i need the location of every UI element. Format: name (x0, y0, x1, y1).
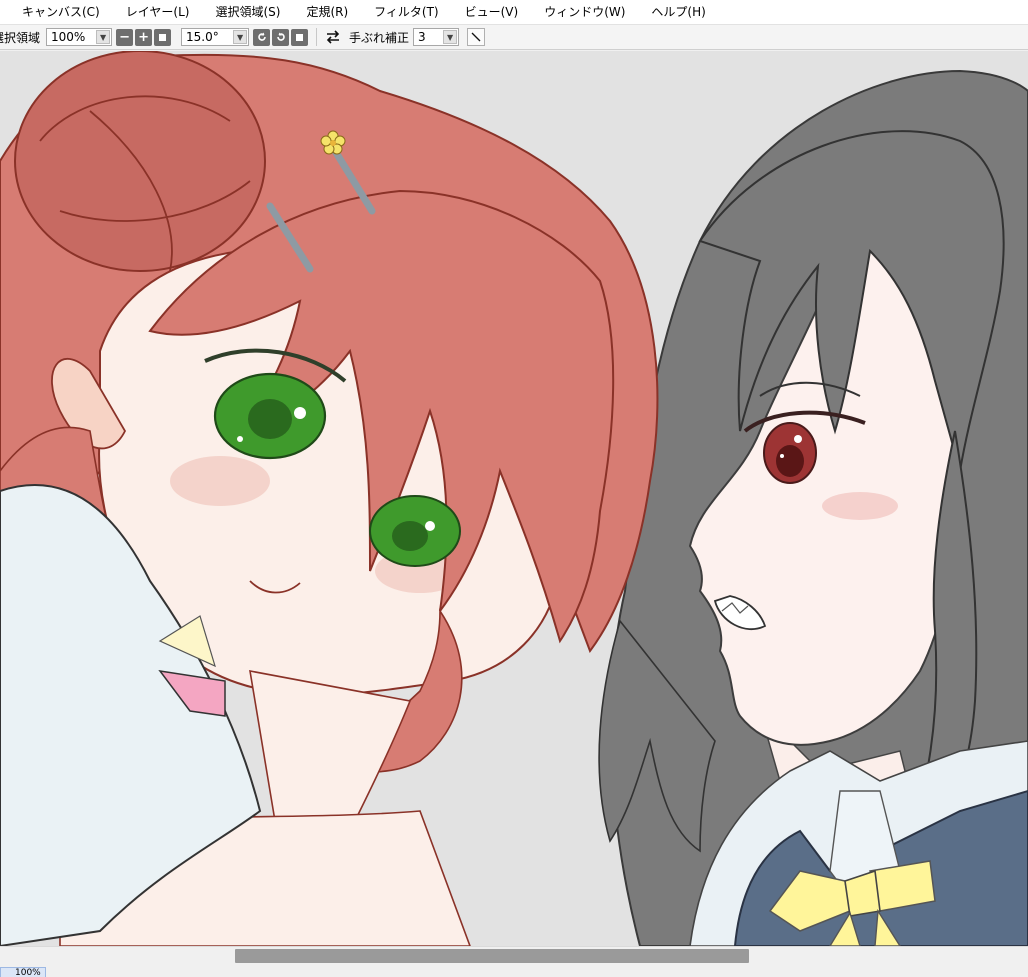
chevron-down-icon[interactable]: ▼ (443, 30, 458, 44)
status-zoom: 100% (0, 967, 46, 977)
horizontal-scrollbar[interactable] (0, 946, 1028, 967)
chevron-down-icon[interactable]: ▼ (96, 30, 111, 44)
toolbar-separator (316, 28, 318, 46)
minus-icon[interactable]: − (116, 28, 134, 46)
menu-window[interactable]: ウィンドウ(W) (534, 0, 641, 24)
menu-help[interactable]: ヘルプ(H) (641, 0, 721, 24)
zoom-combo[interactable]: 100% ▼ (46, 28, 113, 46)
menu-selection[interactable]: 選択領域(S) (205, 0, 296, 24)
zoom-reset-icon[interactable] (154, 28, 172, 46)
rotation-value: 15.0° (186, 30, 219, 44)
stabilizer-label: 手ぶれ補正 (349, 30, 410, 45)
menu-canvas[interactable]: キャンバス(C) (0, 0, 116, 24)
diagonal-line-icon[interactable] (467, 28, 486, 46)
rotate-right-icon[interactable] (272, 28, 290, 46)
stabilizer-value: 3 (418, 30, 426, 44)
menu-ruler[interactable]: 定規(R) (296, 0, 364, 24)
illustration (0, 51, 1028, 946)
menu-bar: キャンバス(C) レイヤー(L) 選択領域(S) 定規(R) フィルタ(T) ビ… (0, 0, 1028, 25)
zoom-value: 100% (51, 30, 86, 44)
scrollbar-thumb[interactable] (235, 949, 749, 963)
flip-horizontal-icon[interactable] (323, 27, 343, 47)
drawing-canvas[interactable] (0, 51, 1028, 946)
rotate-left-icon[interactable] (253, 28, 271, 46)
stabilizer-combo[interactable]: 3 ▼ (413, 28, 460, 46)
chevron-down-icon[interactable]: ▼ (233, 30, 248, 44)
menu-layer[interactable]: レイヤー(L) (116, 0, 206, 24)
selection-label: 選択領域 (0, 30, 41, 45)
rotation-combo[interactable]: 15.0° ▼ (181, 28, 250, 46)
status-bar: 100% (0, 966, 1028, 977)
menu-filter[interactable]: フィルタ(T) (364, 0, 454, 24)
menu-view[interactable]: ビュー(V) (455, 0, 535, 24)
toolbar: 選択領域 100% ▼ − + 15.0° ▼ 手ぶれ補正 3 ▼ (0, 25, 1028, 50)
plus-icon[interactable]: + (135, 28, 153, 46)
rotation-reset-icon[interactable] (291, 28, 309, 46)
